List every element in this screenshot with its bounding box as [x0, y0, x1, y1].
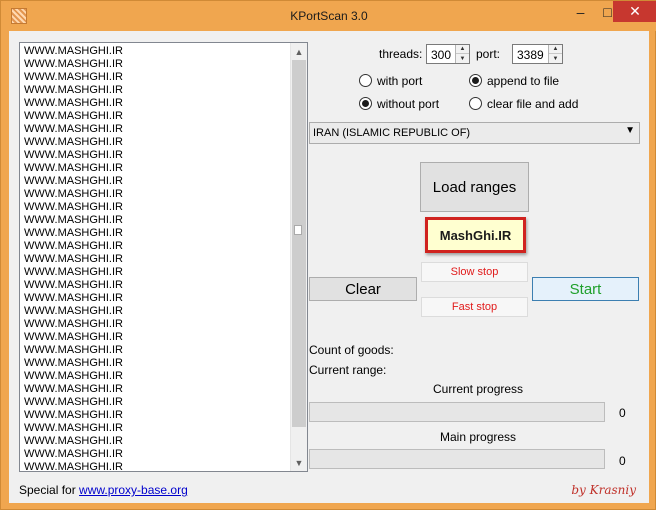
list-item: WWW.MASHGHI.IR [24, 123, 123, 135]
ranges-list: WWW.MASHGHI.IR WWW.MASHGHI.IR WWW.MASHGHI.… [24, 45, 284, 472]
radio-clear-add-label[interactable]: clear file and add [487, 97, 578, 111]
scroll-down-icon[interactable]: ▼ [291, 454, 307, 471]
list-item: WWW.MASHGHI.IR [24, 422, 123, 434]
radio-with-port-label[interactable]: with port [377, 74, 422, 88]
list-item: WWW.MASHGHI.IR [24, 409, 123, 421]
ranges-textarea[interactable]: WWW.MASHGHI.IR WWW.MASHGHI.IR WWW.MASHGHI.… [19, 42, 308, 472]
fast-stop-button[interactable]: Fast stop [421, 297, 528, 317]
port-stepper[interactable]: 3389 ▲ ▼ [512, 44, 563, 64]
threads-stepper[interactable]: 300 ▲ ▼ [426, 44, 470, 64]
list-item: WWW.MASHGHI.IR [24, 435, 123, 447]
list-item: WWW.MASHGHI.IR [24, 253, 123, 265]
main-panel: WWW.MASHGHI.IR WWW.MASHGHI.IR WWW.MASHGHI.… [9, 31, 649, 503]
list-item: WWW.MASHGHI.IR [24, 84, 123, 96]
list-item: WWW.MASHGHI.IR [24, 110, 123, 122]
list-item: WWW.MASHGHI.IR [24, 45, 123, 57]
list-item: WWW.MASHGHI.IR [24, 461, 123, 472]
port-spin-buttons[interactable]: ▲ ▼ [548, 45, 562, 63]
scroll-grip-icon [294, 225, 302, 235]
list-item: WWW.MASHGHI.IR [24, 370, 123, 382]
list-item: WWW.MASHGHI.IR [24, 240, 123, 252]
slow-stop-button[interactable]: Slow stop [421, 262, 528, 282]
port-value: 3389 [517, 48, 544, 62]
radio-append-label[interactable]: append to file [487, 74, 559, 88]
country-value: IRAN (ISLAMIC REPUBLIC OF) [313, 127, 471, 139]
list-item: WWW.MASHGHI.IR [24, 305, 123, 317]
list-item: WWW.MASHGHI.IR [24, 97, 123, 109]
country-select[interactable]: IRAN (ISLAMIC REPUBLIC OF) ▼ [309, 122, 640, 144]
radio-with-port[interactable] [359, 74, 372, 87]
list-item: WWW.MASHGHI.IR [24, 331, 123, 343]
spin-up-icon[interactable]: ▲ [456, 45, 469, 54]
scroll-up-icon[interactable]: ▲ [291, 43, 307, 60]
main-progress-label: Main progress [440, 430, 517, 444]
list-item: WWW.MASHGHI.IR [24, 227, 123, 239]
list-item: WWW.MASHGHI.IR [24, 214, 123, 226]
scroll-thumb[interactable] [292, 60, 306, 427]
radio-without-port[interactable] [359, 97, 372, 110]
list-item: WWW.MASHGHI.IR [24, 201, 123, 213]
minimize-button[interactable]: – [567, 1, 594, 22]
clear-button[interactable]: Clear [309, 277, 417, 301]
close-button[interactable]: ✕ [613, 1, 656, 22]
app-window: KPortScan 3.0 – □ ✕ WWW.MASHGHI.IR WWW.MA… [0, 0, 656, 510]
list-item: WWW.MASHGHI.IR [24, 344, 123, 356]
list-item: WWW.MASHGHI.IR [24, 292, 123, 304]
port-label: port: [476, 47, 501, 61]
chevron-down-icon[interactable]: ▼ [625, 125, 635, 136]
author-credit: by Krasniy [571, 483, 636, 497]
footer-special-prefix: Special for [19, 483, 80, 497]
start-button[interactable]: Start [532, 277, 639, 301]
spin-down-icon[interactable]: ▼ [549, 54, 562, 63]
current-progress-value: 0 [619, 406, 626, 420]
list-item: WWW.MASHGHI.IR [24, 357, 123, 369]
spin-up-icon[interactable]: ▲ [549, 45, 562, 54]
load-ranges-button[interactable]: Load ranges [420, 162, 529, 212]
list-item: WWW.MASHGHI.IR [24, 136, 123, 148]
list-item: WWW.MASHGHI.IR [24, 396, 123, 408]
title-bar[interactable]: KPortScan 3.0 – □ ✕ [1, 1, 656, 31]
list-item: WWW.MASHGHI.IR [24, 58, 123, 70]
current-range-label: Current range: [309, 363, 387, 377]
radio-without-port-label[interactable]: without port [377, 97, 439, 111]
radio-clear-file-and-add[interactable] [469, 97, 482, 110]
count-of-goods-label: Count of goods: [309, 343, 394, 357]
list-item: WWW.MASHGHI.IR [24, 448, 123, 460]
threads-label: threads: [379, 47, 423, 61]
current-progress-bar [309, 402, 605, 422]
footer-special: Special for www.proxy-base.org [19, 483, 188, 497]
list-item: WWW.MASHGHI.IR [24, 71, 123, 83]
list-item: WWW.MASHGHI.IR [24, 162, 123, 174]
list-item: WWW.MASHGHI.IR [24, 175, 123, 187]
list-item: WWW.MASHGHI.IR [24, 266, 123, 278]
brand-logo: MashGhi.IR [425, 217, 526, 253]
window-title: KPortScan 3.0 [290, 9, 368, 23]
proxy-base-link[interactable]: www.proxy-base.org [79, 483, 188, 497]
radio-append-to-file[interactable] [469, 74, 482, 87]
spin-down-icon[interactable]: ▼ [456, 54, 469, 63]
main-progress-value: 0 [619, 454, 626, 468]
list-item: WWW.MASHGHI.IR [24, 188, 123, 200]
vertical-scrollbar[interactable]: ▲ ▼ [290, 43, 307, 471]
main-progress-bar [309, 449, 605, 469]
list-item: WWW.MASHGHI.IR [24, 149, 123, 161]
list-item: WWW.MASHGHI.IR [24, 383, 123, 395]
list-item: WWW.MASHGHI.IR [24, 318, 123, 330]
threads-value: 300 [431, 48, 452, 62]
threads-spin-buttons[interactable]: ▲ ▼ [455, 45, 469, 63]
current-progress-label: Current progress [433, 382, 524, 396]
list-item: WWW.MASHGHI.IR [24, 279, 123, 291]
